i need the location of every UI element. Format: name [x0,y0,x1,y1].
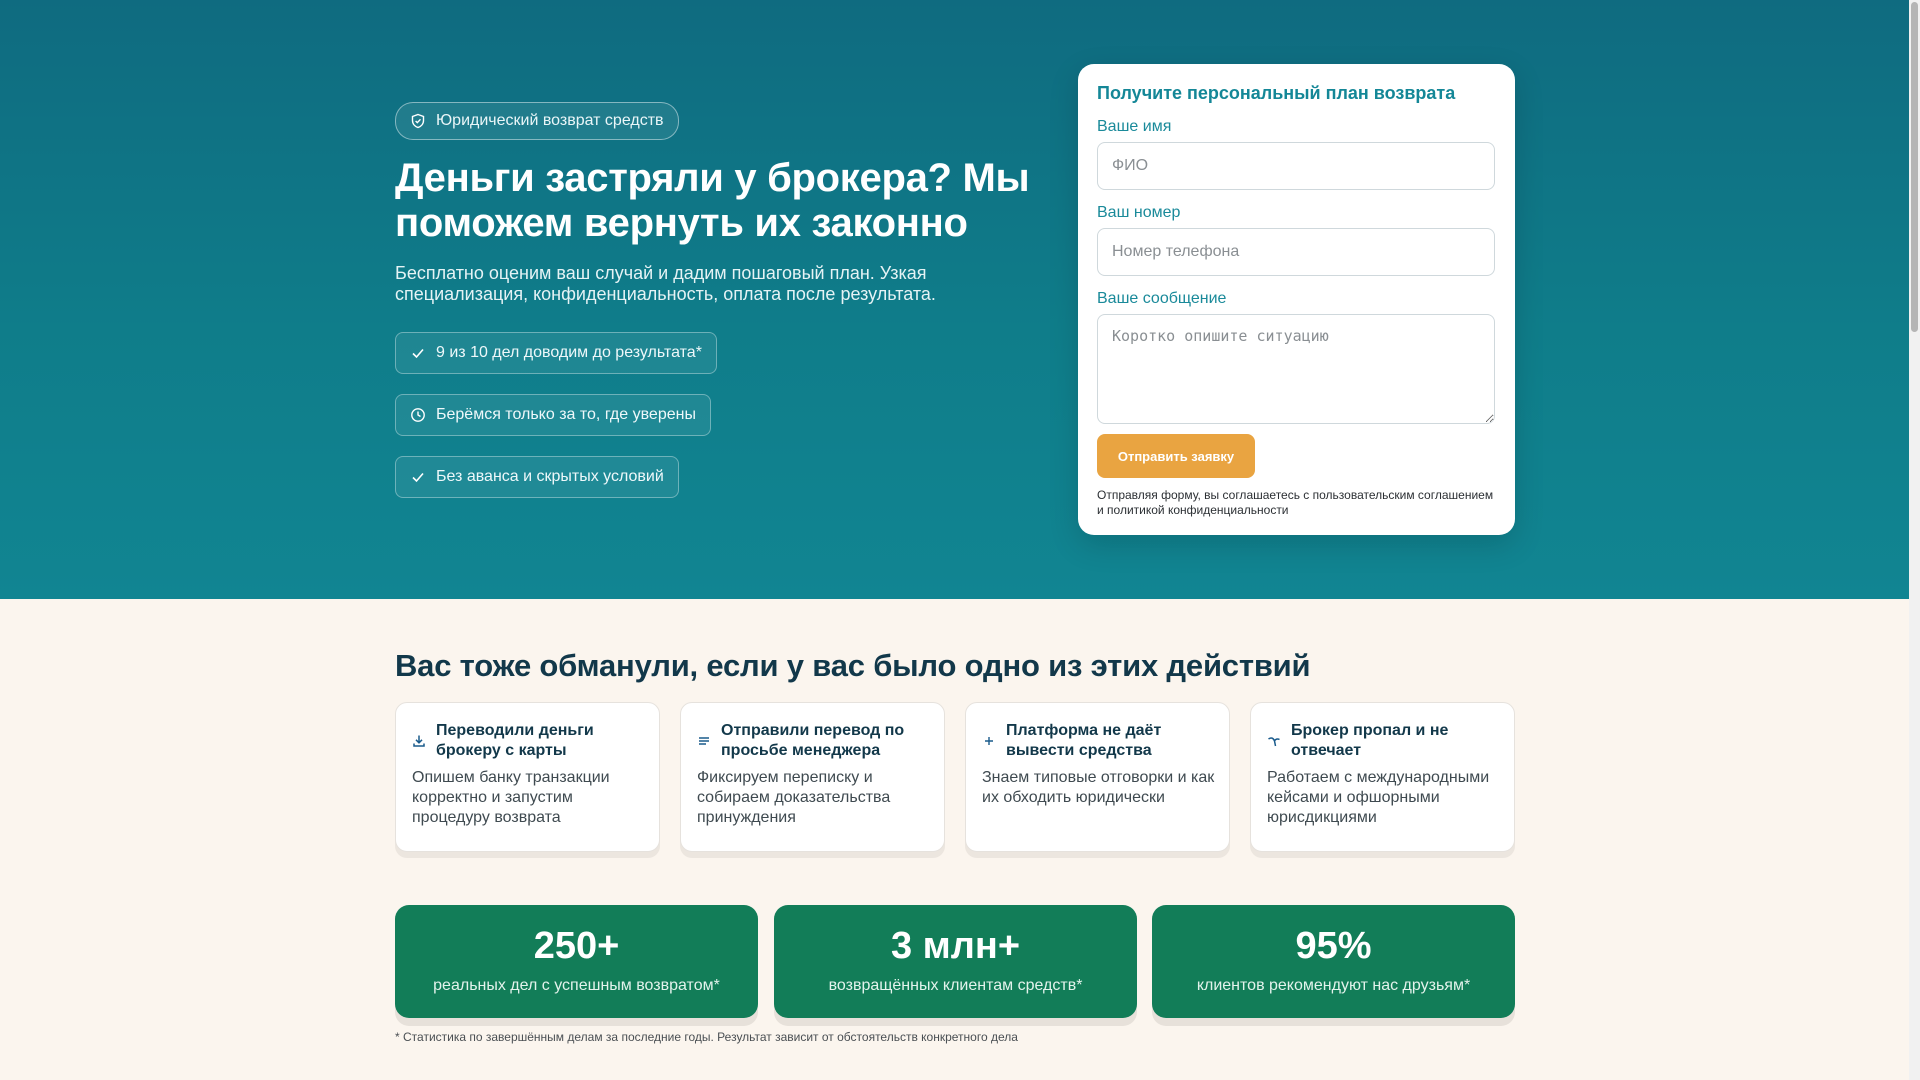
submit-button[interactable]: Отправить заявку [1097,434,1255,478]
hero-badge-label: Юридический возврат средств [436,112,664,129]
download-icon [412,721,426,761]
benefit-label: 9 из 10 дел доводим до результата* [436,344,702,361]
stat-label: реальных дел с успешным возвратом* [433,977,720,994]
hero-title: Деньги застряли у брокера? Мы поможем ве… [395,156,1030,245]
card-title: Платформа не даёт вывести средства [1006,722,1162,759]
check-icon [410,469,426,485]
lead-form: Получите персональный план возврата Ваше… [1078,64,1515,535]
form-title: Получите персональный план возврата [1097,83,1456,103]
page-scrollbar[interactable] [1909,0,1920,1080]
check-icon [410,345,426,361]
card-text: Опишем банку транзакции корректно и запу… [412,769,610,826]
hero-subtitle: Бесплатно оценим ваш случай и дадим поша… [395,263,936,304]
consent-note: Отправляя форму, вы соглашаетесь с польз… [1097,488,1494,517]
phone-label: Ваш номер [1097,204,1181,221]
plus-icon [982,721,996,761]
stat-value: 3 млн+ [890,925,1021,967]
benefit-pill-3: Без аванса и скрытых условий [395,456,679,498]
situation-card: Переводили деньги брокеру с карты Опишем… [395,702,660,852]
trend-icon [1267,721,1281,761]
name-label: Ваше имя [1097,118,1172,135]
hero-section: Юридический возврат средств Деньги застр… [0,0,1909,599]
benefit-pill-1: 9 из 10 дел доводим до результата* [395,332,717,374]
benefit-label: Берёмся только за то, где уверены [436,406,696,423]
stat-card: 3 млн+ возвращённых клиентам средств* [774,905,1137,1018]
card-title: Отправили перевод по просьбе менеджера [721,722,905,759]
situation-card: Платформа не даёт вывести средства Знаем… [965,702,1230,852]
stat-value: 250+ [533,925,620,967]
stat-label: возвращённых клиентам средств* [828,977,1083,994]
hero-badge: Юридический возврат средств [395,102,679,140]
clock-icon [410,407,426,423]
stat-card: 95% клиентов рекомендуют нас друзьям* [1152,905,1515,1018]
card-text: Фиксируем переписку и собираем доказател… [697,769,891,826]
stats-footnote: * Статистика по завершённым делам за пос… [395,1030,1018,1044]
phone-input[interactable] [1097,228,1495,276]
card-title: Брокер пропал и не отвечает [1291,722,1449,759]
situation-card: Брокер пропал и не отвечает Работаем с м… [1250,702,1515,852]
situation-card: Отправили перевод по просьбе менеджера Ф… [680,702,945,852]
benefit-label: Без аванса и скрытых условий [436,468,664,485]
stat-value: 95% [1295,925,1372,967]
message-label: Ваше сообщение [1097,290,1227,307]
stat-label: клиентов рекомендуют нас друзьям* [1196,977,1471,994]
card-text: Знаем типовые отговорки и как их обходит… [982,769,1215,806]
section-title: Вас тоже обманули, если у вас было одно … [395,648,1311,683]
list-icon [697,721,711,761]
message-textarea[interactable] [1097,314,1495,424]
shield-icon [410,113,426,129]
name-input[interactable] [1097,142,1495,190]
stat-card: 250+ реальных дел с успешным возвратом* [395,905,758,1018]
card-text: Работаем с международными кейсами и офшо… [1267,769,1490,826]
scrollbar-thumb[interactable] [1911,2,1918,332]
benefit-pill-2: Берёмся только за то, где уверены [395,394,711,436]
card-title: Переводили деньги брокеру с карты [436,722,594,759]
